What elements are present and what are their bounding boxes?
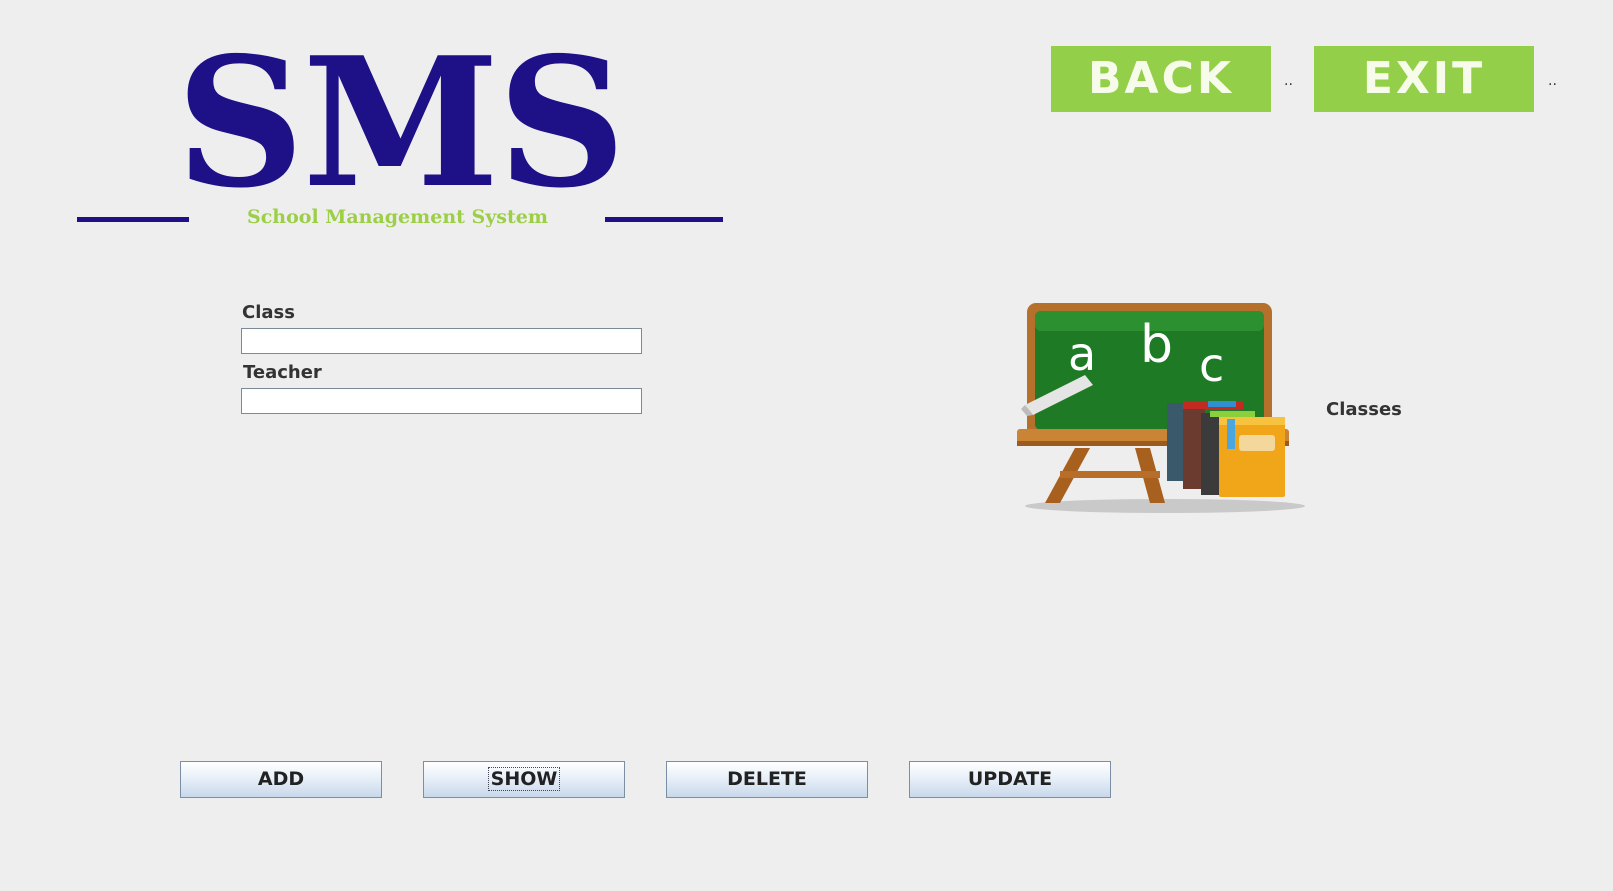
add-button-label: ADD	[257, 768, 305, 790]
update-button[interactable]: UPDATE	[909, 761, 1111, 798]
board-letter-c: c	[1199, 338, 1224, 392]
back-separator: ..	[1284, 73, 1293, 89]
back-button[interactable]: BACK	[1051, 46, 1271, 112]
logo-rule-left	[77, 217, 189, 222]
show-button-label: SHOW	[487, 767, 561, 791]
logo-title: SMS	[175, 18, 626, 227]
chalkboard-books-icon: a b c	[1017, 303, 1305, 513]
exit-separator: ..	[1548, 73, 1557, 89]
board-letter-b: b	[1140, 315, 1173, 375]
classes-caption: Classes	[1326, 399, 1402, 420]
class-input[interactable]	[241, 328, 642, 354]
teacher-label: Teacher	[243, 362, 322, 383]
add-button[interactable]: ADD	[180, 761, 382, 798]
logo-rule-right	[605, 217, 723, 222]
class-label: Class	[242, 302, 295, 323]
update-button-label: UPDATE	[967, 768, 1053, 790]
show-button[interactable]: SHOW	[423, 761, 625, 798]
teacher-input[interactable]	[241, 388, 642, 414]
delete-button-label: DELETE	[727, 768, 807, 790]
board-letter-a: a	[1068, 327, 1096, 381]
exit-button[interactable]: EXIT	[1314, 46, 1534, 112]
sms-logo: SMS School Management System	[60, 30, 740, 240]
delete-button[interactable]: DELETE	[666, 761, 868, 798]
logo-tagline: School Management System	[247, 206, 548, 228]
